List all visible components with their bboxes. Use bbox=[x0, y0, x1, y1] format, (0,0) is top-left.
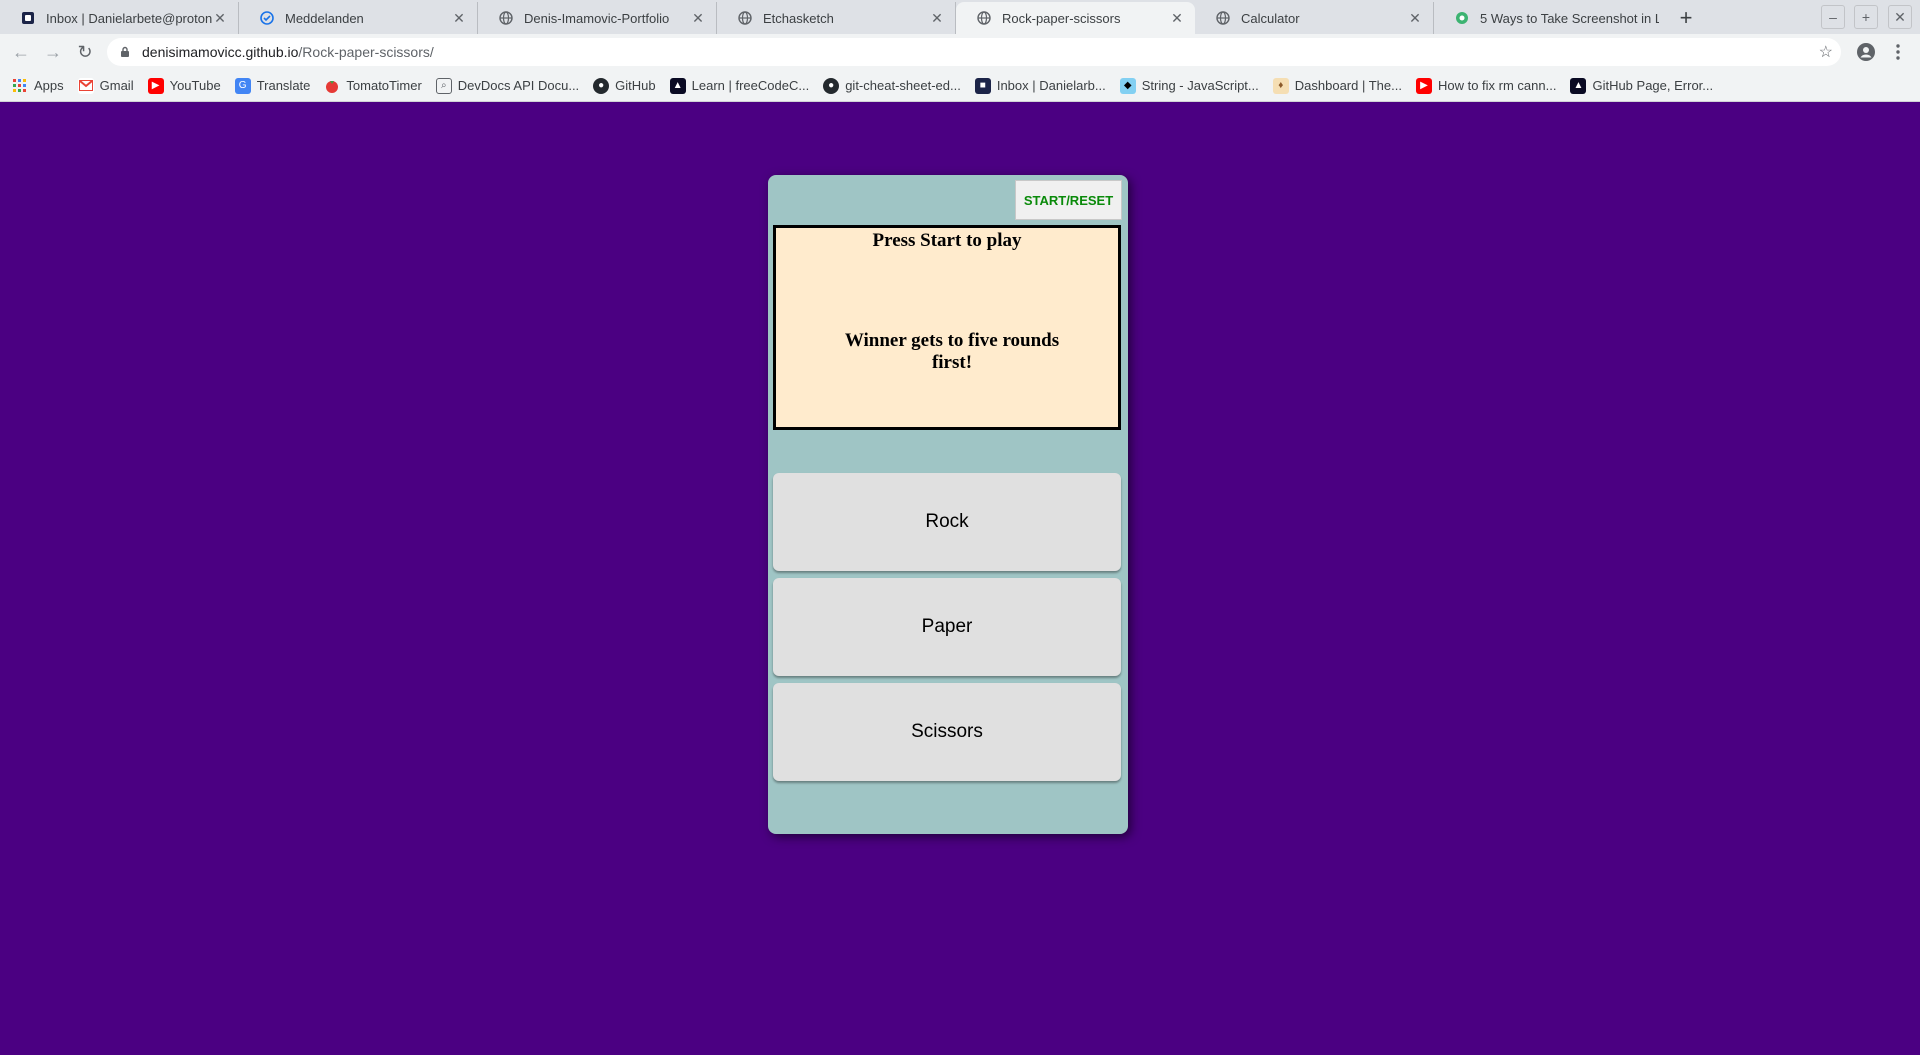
rock-button[interactable]: Rock bbox=[773, 473, 1121, 571]
bookmark-star-icon[interactable]: ☆ bbox=[1819, 42, 1833, 62]
github-icon: ● bbox=[823, 77, 840, 94]
translate-icon: G bbox=[234, 77, 251, 94]
bookmark-github-page-error[interactable]: ▲ GitHub Page, Error... bbox=[1570, 77, 1714, 94]
bookmark-label: How to fix rm cann... bbox=[1437, 78, 1557, 93]
bookmark-github[interactable]: ● GitHub bbox=[593, 77, 656, 94]
tab-calculator[interactable]: Calculator ✕ bbox=[1195, 2, 1434, 34]
menu-kebab-icon[interactable] bbox=[1886, 40, 1910, 64]
tab-title: 5 Ways to Take Screenshot in Li bbox=[1480, 10, 1659, 26]
bookmark-label: YouTube bbox=[169, 78, 221, 93]
tab-title: Calculator bbox=[1241, 10, 1300, 26]
youtube-icon: ▶ bbox=[147, 77, 164, 94]
close-icon[interactable]: ✕ bbox=[451, 10, 467, 27]
message-box: Press Start to play Winner gets to five … bbox=[773, 225, 1121, 430]
bookmark-gmail[interactable]: Gmail bbox=[77, 77, 134, 94]
bookmark-label: DevDocs API Docu... bbox=[457, 78, 580, 93]
url-domain: denisimamovicc.github.io bbox=[142, 44, 299, 60]
forward-arrow-icon[interactable]: → bbox=[41, 40, 65, 64]
tab-rock-paper-scissors[interactable]: Rock-paper-scissors ✕ bbox=[956, 2, 1195, 34]
bookmark-apps[interactable]: Apps bbox=[12, 78, 64, 94]
tab-title: Etchasketch bbox=[763, 10, 834, 26]
bookmark-label: Dashboard | The... bbox=[1294, 78, 1402, 93]
close-icon[interactable]: ✕ bbox=[690, 10, 706, 27]
devdocs-icon: ⌕ bbox=[435, 77, 452, 94]
bookmark-rm-fix[interactable]: ▶ How to fix rm cann... bbox=[1415, 77, 1557, 94]
tab-meddelanden[interactable]: Meddelanden ✕ bbox=[239, 2, 478, 34]
tab-screenshot-article[interactable]: 5 Ways to Take Screenshot in Li bbox=[1434, 2, 1669, 34]
close-icon[interactable]: ✕ bbox=[929, 10, 945, 27]
bookmark-inbox[interactable]: ■ Inbox | Danielarb... bbox=[974, 77, 1106, 94]
gmail-icon bbox=[77, 77, 94, 94]
freecodecamp-icon: ▲ bbox=[669, 77, 686, 94]
apps-grid-icon bbox=[12, 78, 28, 94]
address-bar[interactable]: denisimamovicc.github.io/Rock-paper-scis… bbox=[107, 38, 1841, 66]
rules-message: Winner gets to five rounds first! bbox=[844, 330, 1060, 373]
lock-icon bbox=[120, 46, 132, 58]
bookmark-youtube[interactable]: ▶ YouTube bbox=[147, 77, 221, 94]
profile-icon[interactable] bbox=[1854, 40, 1878, 64]
globe-icon bbox=[498, 10, 514, 26]
window-close-icon[interactable]: ✕ bbox=[1888, 5, 1912, 29]
bookmark-devdocs[interactable]: ⌕ DevDocs API Docu... bbox=[435, 77, 580, 94]
tab-inbox[interactable]: Inbox | Danielarbete@protonm ✕ bbox=[0, 2, 239, 34]
bookmark-label: TomatoTimer bbox=[346, 78, 422, 93]
bookmark-tomatotimer[interactable]: TomatoTimer bbox=[324, 78, 422, 94]
green-circle-icon bbox=[1454, 10, 1470, 26]
new-tab-button[interactable]: + bbox=[1669, 2, 1703, 34]
maximize-icon[interactable]: + bbox=[1854, 5, 1878, 29]
proton-icon bbox=[20, 10, 36, 26]
bookmark-freecodecamp[interactable]: ▲ Learn | freeCodeC... bbox=[669, 77, 810, 94]
tab-title: Inbox | Danielarbete@protonm bbox=[46, 10, 212, 26]
bookmark-git-cheat-sheet[interactable]: ● git-cheat-sheet-ed... bbox=[823, 77, 961, 94]
tab-portfolio[interactable]: Denis-Imamovic-Portfolio ✕ bbox=[478, 2, 717, 34]
bookmark-label: Gmail bbox=[99, 78, 134, 93]
start-reset-button[interactable]: START/RESET bbox=[1015, 180, 1122, 220]
globe-icon bbox=[1215, 10, 1231, 26]
url-path: /Rock-paper-scissors/ bbox=[298, 44, 434, 60]
bookmark-label: GitHub bbox=[615, 78, 656, 93]
status-message: Press Start to play bbox=[872, 230, 1022, 251]
freecodecamp-icon: ▲ bbox=[1570, 77, 1587, 94]
bookmark-string-javascript[interactable]: ◆ String - JavaScript... bbox=[1119, 77, 1259, 94]
youtube-icon: ▶ bbox=[1415, 77, 1432, 94]
paper-button[interactable]: Paper bbox=[773, 578, 1121, 676]
bookmarks-bar: Apps Gmail ▶ YouTube G Translate TomatoT… bbox=[0, 70, 1920, 102]
proton-icon: ■ bbox=[974, 77, 991, 94]
back-arrow-icon[interactable]: ← bbox=[9, 40, 33, 64]
globe-icon bbox=[737, 10, 753, 26]
close-icon[interactable]: ✕ bbox=[1169, 10, 1185, 27]
browser-toolbar: ← → ↻ denisimamovicc.github.io/Rock-pape… bbox=[0, 34, 1920, 70]
check-circle-icon bbox=[259, 10, 275, 26]
tab-strip: Inbox | Danielarbete@protonm ✕ Meddeland… bbox=[0, 0, 1920, 34]
reload-icon[interactable]: ↻ bbox=[73, 40, 97, 64]
bookmark-dashboard[interactable]: ♦ Dashboard | The... bbox=[1272, 77, 1402, 94]
bookmark-label: Learn | freeCodeC... bbox=[691, 78, 810, 93]
scissors-button[interactable]: Scissors bbox=[773, 683, 1121, 781]
bookmark-label: Apps bbox=[34, 78, 64, 93]
bookmark-label: git-cheat-sheet-ed... bbox=[845, 78, 961, 93]
odin-icon: ♦ bbox=[1272, 77, 1289, 94]
globe-icon bbox=[976, 10, 992, 26]
minimize-icon[interactable]: – bbox=[1821, 5, 1845, 29]
bookmark-label: GitHub Page, Error... bbox=[1592, 78, 1714, 93]
tomato-icon bbox=[324, 78, 340, 94]
tab-title: Meddelanden bbox=[285, 10, 364, 26]
tab-title: Denis-Imamovic-Portfolio bbox=[524, 10, 670, 26]
bookmark-label: String - JavaScript... bbox=[1141, 78, 1259, 93]
bookmark-label: Inbox | Danielarb... bbox=[996, 78, 1106, 93]
bookmark-label: Translate bbox=[256, 78, 311, 93]
bookmark-translate[interactable]: G Translate bbox=[234, 77, 311, 94]
mdn-icon: ◆ bbox=[1119, 77, 1136, 94]
close-icon[interactable]: ✕ bbox=[1407, 10, 1423, 27]
github-icon: ● bbox=[593, 77, 610, 94]
close-icon[interactable]: ✕ bbox=[212, 10, 228, 27]
game-panel: START/RESET Press Start to play Winner g… bbox=[768, 175, 1128, 834]
tab-etchasketch[interactable]: Etchasketch ✕ bbox=[717, 2, 956, 34]
tab-title: Rock-paper-scissors bbox=[1002, 10, 1121, 26]
